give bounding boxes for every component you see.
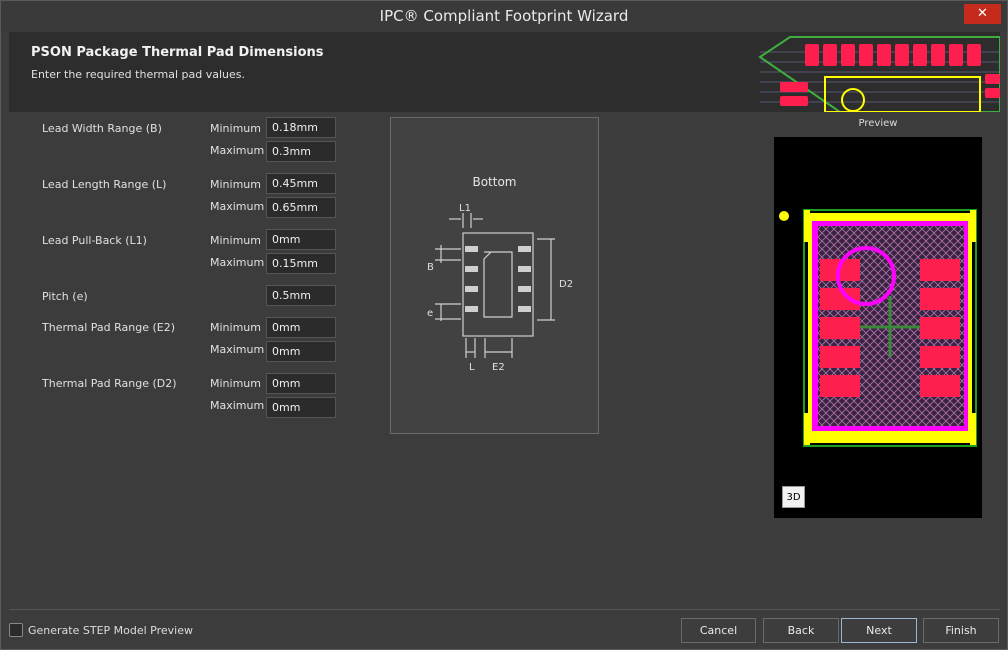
page-header: PSON Package Thermal Pad Dimensions Ente… — [9, 32, 1000, 112]
lead-length-label: Lead Length Range (L) — [42, 178, 167, 191]
lead-pullback-max-field[interactable]: 0.15mm — [266, 253, 336, 274]
view-3d-button[interactable]: 3D — [782, 486, 805, 508]
dim-l-label: L — [469, 362, 475, 373]
thermal-d2-min-field[interactable]: 0mm — [266, 373, 336, 394]
footprint-preview[interactable]: 3D — [774, 137, 982, 518]
cancel-button[interactable]: Cancel — [681, 618, 756, 643]
footer-divider — [9, 609, 1000, 610]
lead-length-min-label: Minimum — [210, 178, 261, 191]
pcb-banner-image — [750, 32, 1000, 112]
thermal-d2-max-label: Maximum — [210, 399, 265, 412]
thermal-e2-min-field[interactable]: 0mm — [266, 317, 336, 338]
dim-d2-label: D2 — [559, 279, 573, 290]
title-bar: IPC® Compliant Footprint Wizard ✕ — [1, 1, 1007, 32]
lead-width-min-label: Minimum — [210, 122, 261, 135]
finish-button[interactable]: Finish — [923, 618, 999, 643]
footprint-preview-drawing — [779, 209, 977, 447]
lead-pullback-max-label: Maximum — [210, 256, 265, 269]
window-title: IPC® Compliant Footprint Wizard — [379, 7, 629, 25]
thermal-d2-min-label: Minimum — [210, 377, 261, 390]
thermal-d2-max-field[interactable]: 0mm — [266, 397, 336, 418]
lead-length-min-field[interactable]: 0.45mm — [266, 173, 336, 194]
lead-pullback-min-label: Minimum — [210, 234, 261, 247]
dim-e-label: e — [427, 308, 433, 319]
thermal-e2-min-label: Minimum — [210, 321, 261, 334]
step-preview-label[interactable]: Generate STEP Model Preview — [28, 624, 193, 637]
lead-width-max-field[interactable]: 0.3mm — [266, 141, 336, 162]
pitch-field[interactable]: 0.5mm — [266, 285, 336, 306]
package-diagram: Bottom L1 B e D2 L E2 — [390, 117, 599, 434]
thermal-e2-label: Thermal Pad Range (E2) — [42, 321, 176, 334]
page-title: PSON Package Thermal Pad Dimensions — [31, 45, 324, 60]
thermal-e2-max-field[interactable]: 0mm — [266, 341, 336, 362]
wizard-window: IPC® Compliant Footprint Wizard ✕ PSON P… — [0, 0, 1008, 650]
package-bottom-drawing: L1 B e D2 L E2 — [427, 203, 573, 373]
pitch-label: Pitch (e) — [42, 290, 88, 303]
dim-b-label: B — [427, 262, 434, 273]
lead-pullback-label: Lead Pull-Back (L1) — [42, 234, 147, 247]
page-subtitle: Enter the required thermal pad values. — [31, 68, 246, 81]
back-button[interactable]: Back — [763, 618, 839, 643]
dim-l1-label: L1 — [459, 203, 471, 214]
lead-length-max-field[interactable]: 0.65mm — [266, 197, 336, 218]
thermal-d2-label: Thermal Pad Range (D2) — [42, 377, 177, 390]
lead-pullback-min-field[interactable]: 0mm — [266, 229, 336, 250]
lead-width-label: Lead Width Range (B) — [42, 122, 162, 135]
preview-title: Preview — [858, 118, 898, 129]
close-icon: ✕ — [977, 6, 988, 21]
dim-e2-label: E2 — [492, 362, 505, 373]
step-preview-checkbox[interactable] — [9, 623, 23, 637]
lead-length-max-label: Maximum — [210, 200, 265, 213]
next-button[interactable]: Next — [841, 618, 917, 643]
close-button[interactable]: ✕ — [964, 4, 1001, 24]
thermal-e2-max-label: Maximum — [210, 343, 265, 356]
lead-width-max-label: Maximum — [210, 144, 265, 157]
lead-width-min-field[interactable]: 0.18mm — [266, 117, 336, 138]
